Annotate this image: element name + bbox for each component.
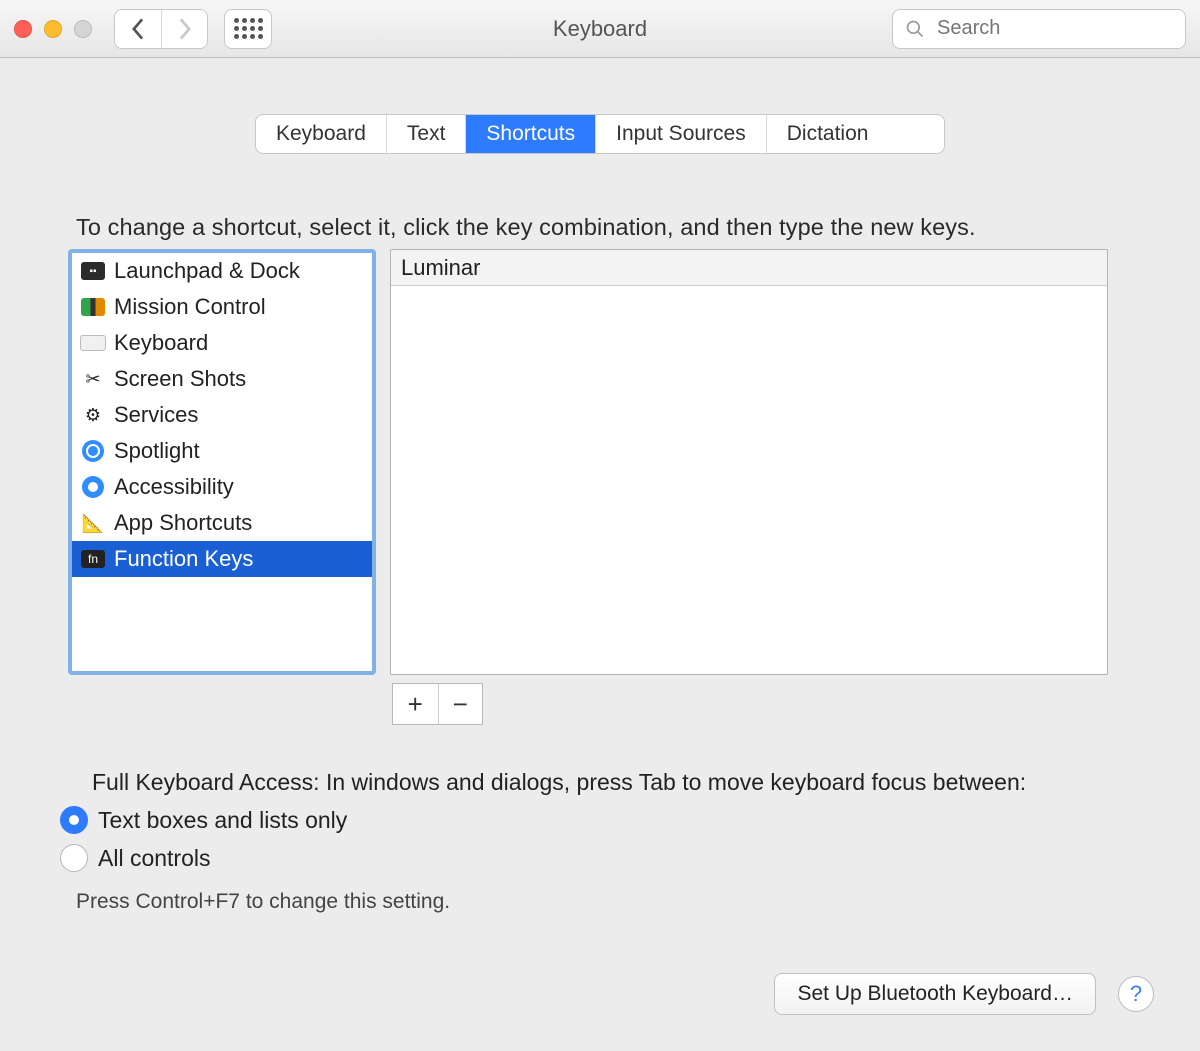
category-services[interactable]: ⚙︎ Services (72, 397, 372, 433)
add-remove-group: + − (392, 683, 483, 725)
titlebar: Keyboard (0, 0, 1200, 58)
radio-button[interactable] (60, 844, 88, 872)
services-icon: ⚙︎ (80, 402, 106, 428)
category-keyboard[interactable]: Keyboard (72, 325, 372, 361)
screen-shots-icon: ✂︎ (80, 366, 106, 392)
shortcut-detail-list[interactable]: Luminar (390, 249, 1108, 675)
fka-option-text-boxes[interactable]: Text boxes and lists only (60, 806, 1164, 834)
launchpad-icon: ▪▪ (80, 258, 106, 284)
full-keyboard-access-label: Full Keyboard Access: In windows and dia… (92, 769, 1164, 796)
fka-option-all-controls[interactable]: All controls (60, 844, 1164, 872)
category-spotlight[interactable]: Spotlight (72, 433, 372, 469)
category-screen-shots[interactable]: ✂︎ Screen Shots (72, 361, 372, 397)
category-label: App Shortcuts (114, 510, 252, 536)
minimize-window-button[interactable] (44, 20, 62, 38)
category-mission-control[interactable]: Mission Control (72, 289, 372, 325)
shortcut-lists: ▪▪ Launchpad & Dock Mission Control Keyb… (36, 249, 1164, 675)
category-label: Services (114, 402, 198, 428)
forward-button[interactable] (161, 10, 207, 48)
mission-control-icon (80, 294, 106, 320)
search-icon (905, 19, 925, 39)
show-all-prefs-button[interactable] (224, 9, 272, 49)
back-button[interactable] (115, 10, 161, 48)
tab-dictation[interactable]: Dictation (767, 115, 889, 153)
tab-input-sources[interactable]: Input Sources (596, 115, 767, 153)
remove-button[interactable]: − (438, 684, 483, 724)
help-button[interactable]: ? (1118, 976, 1154, 1012)
search-field[interactable] (892, 9, 1186, 49)
category-label: Function Keys (114, 546, 253, 572)
category-list[interactable]: ▪▪ Launchpad & Dock Mission Control Keyb… (68, 249, 376, 675)
category-label: Spotlight (114, 438, 200, 464)
search-input[interactable] (935, 16, 1173, 41)
tab-bar: Keyboard Text Shortcuts Input Sources Di… (255, 114, 945, 154)
detail-header: Luminar (391, 250, 1107, 286)
close-window-button[interactable] (14, 20, 32, 38)
radio-label: Text boxes and lists only (98, 807, 347, 834)
category-label: Mission Control (114, 294, 266, 320)
category-function-keys[interactable]: fn Function Keys (72, 541, 372, 577)
spotlight-icon (80, 438, 106, 464)
accessibility-icon (80, 474, 106, 500)
category-label: Launchpad & Dock (114, 258, 300, 284)
nav-back-forward (114, 9, 208, 49)
category-accessibility[interactable]: Accessibility (72, 469, 372, 505)
category-label: Screen Shots (114, 366, 246, 392)
app-shortcuts-icon: 📐 (80, 510, 106, 536)
category-launchpad-dock[interactable]: ▪▪ Launchpad & Dock (72, 253, 372, 289)
window-controls (14, 20, 92, 38)
preferences-panel: Keyboard Text Shortcuts Input Sources Di… (36, 114, 1164, 914)
bluetooth-keyboard-button[interactable]: Set Up Bluetooth Keyboard… (774, 973, 1096, 1015)
add-button[interactable]: + (393, 684, 438, 724)
category-label: Accessibility (114, 474, 234, 500)
tab-text[interactable]: Text (387, 115, 467, 153)
radio-label: All controls (98, 845, 210, 872)
keyboard-icon (80, 330, 106, 356)
radio-button[interactable] (60, 806, 88, 834)
footer: Set Up Bluetooth Keyboard… ? (774, 973, 1154, 1015)
zoom-window-button[interactable] (74, 20, 92, 38)
tab-keyboard[interactable]: Keyboard (256, 115, 387, 153)
function-keys-icon: fn (80, 546, 106, 572)
instruction-text: To change a shortcut, select it, click t… (76, 214, 1164, 241)
category-label: Keyboard (114, 330, 208, 356)
fka-hint: Press Control+F7 to change this setting. (76, 890, 1164, 914)
category-app-shortcuts[interactable]: 📐 App Shortcuts (72, 505, 372, 541)
grid-icon (234, 18, 263, 39)
tab-shortcuts[interactable]: Shortcuts (466, 115, 596, 153)
